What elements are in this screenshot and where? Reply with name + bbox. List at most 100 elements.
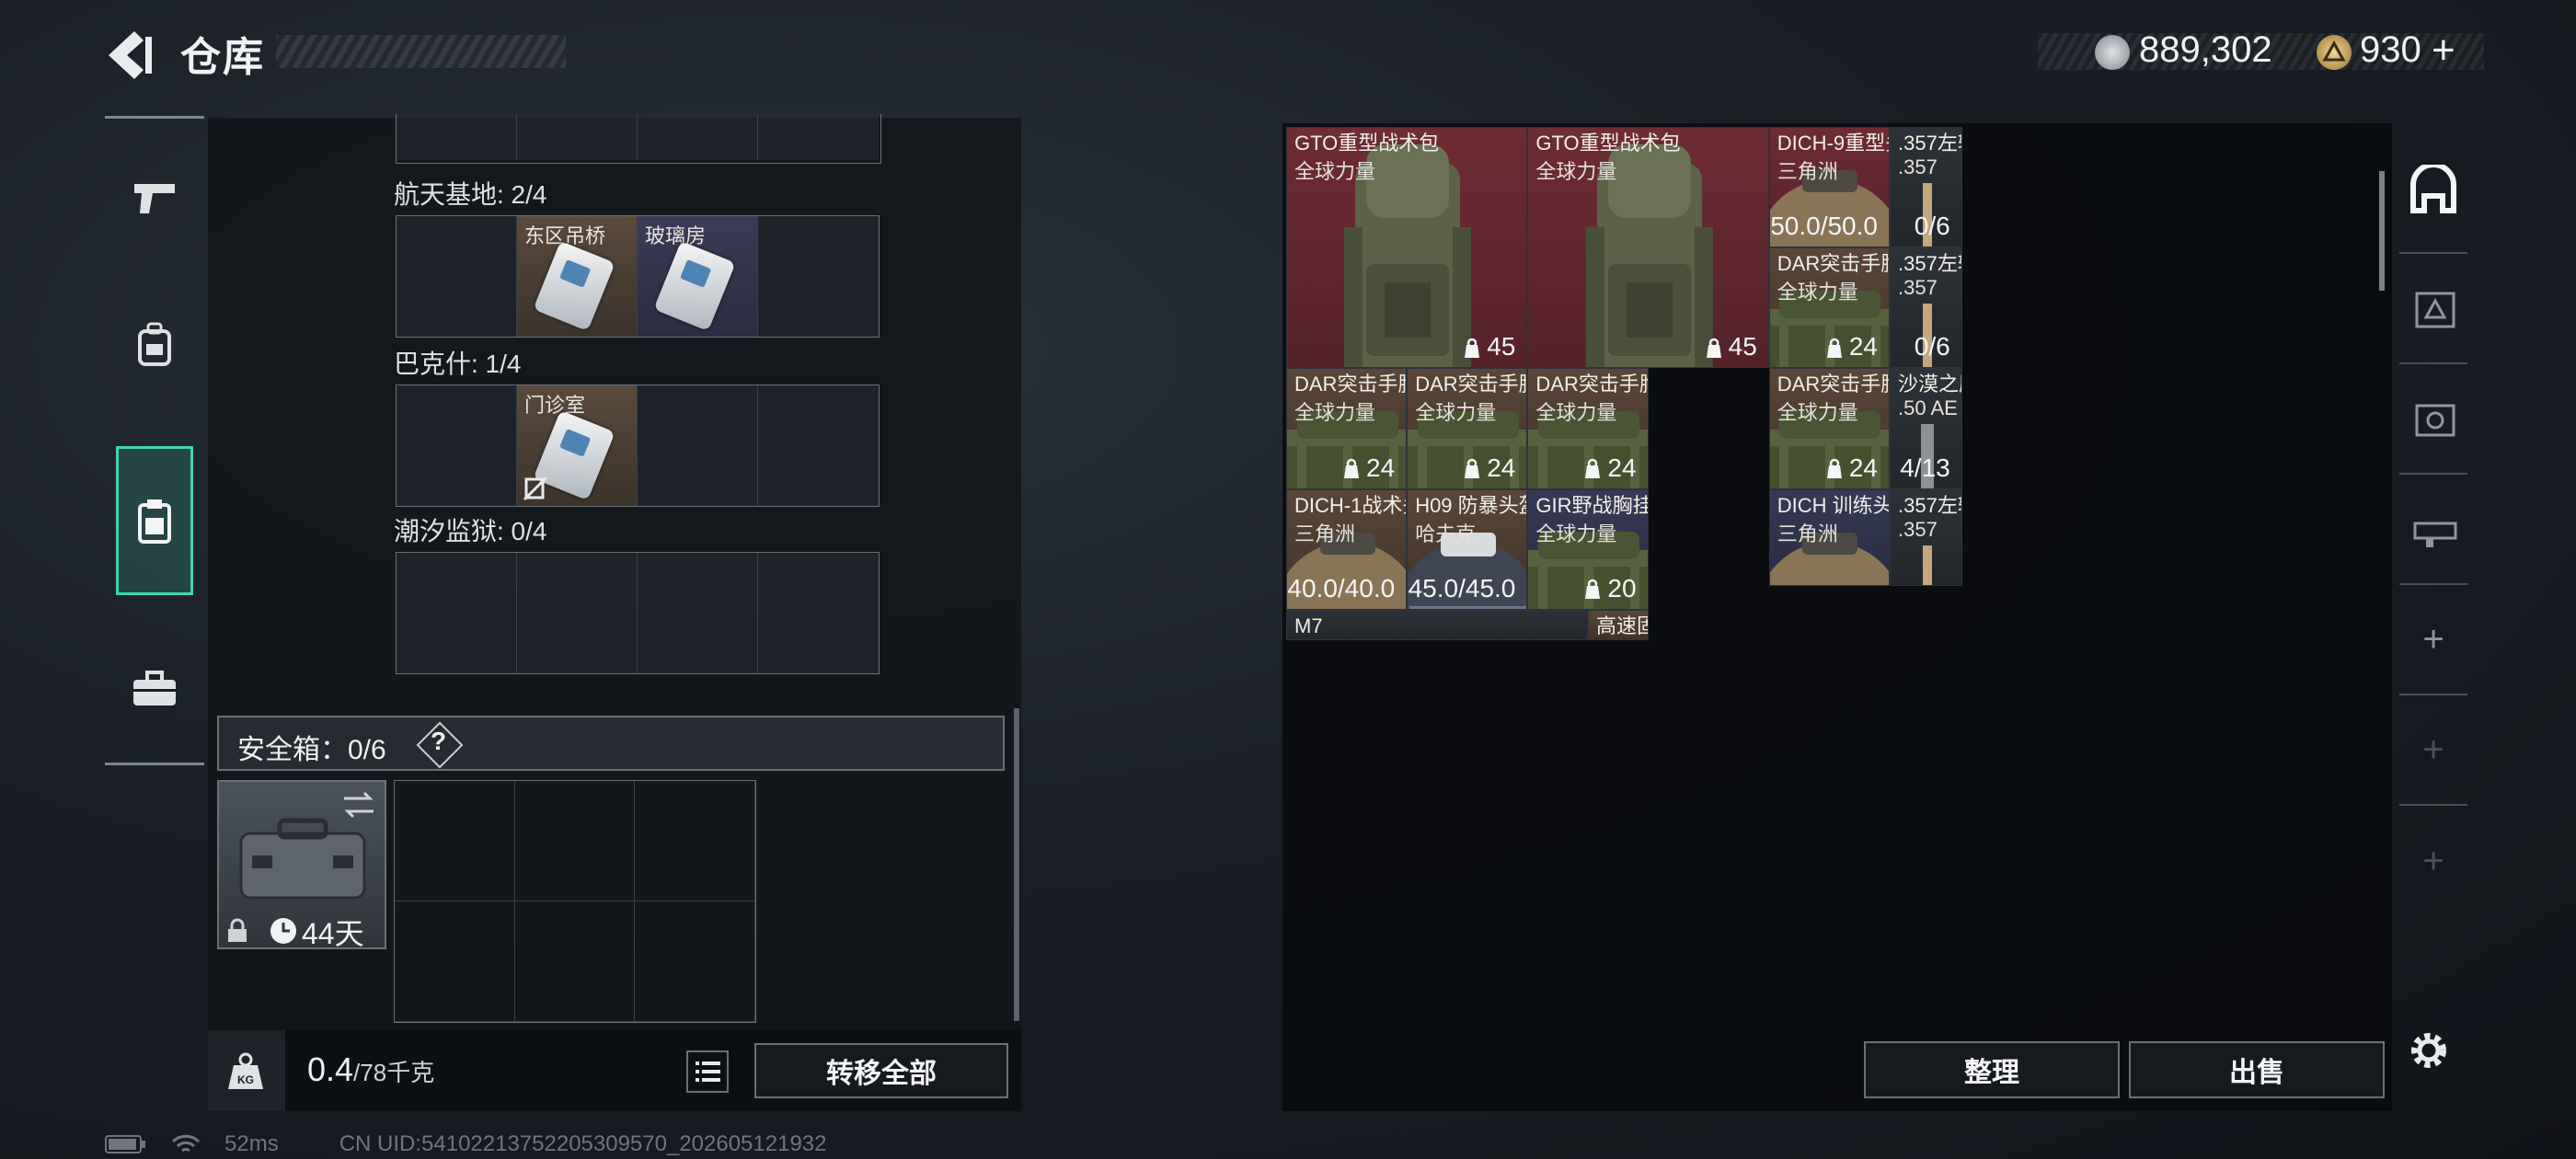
stash-tab-4[interactable] [2399, 364, 2467, 475]
swap-icon[interactable] [340, 789, 377, 820]
slot-row-aerospace: 东区吊桥 玻璃房 [396, 215, 880, 338]
stash-item[interactable]: .357左轮.357 0/6 [1890, 127, 1962, 248]
add-tab-button[interactable]: + [2399, 585, 2467, 695]
item-value-text: 24 [1487, 453, 1516, 482]
add-tab-button[interactable]: + [2399, 695, 2467, 806]
stash-4-icon [2415, 404, 2455, 437]
key-slot[interactable] [517, 553, 638, 673]
stash-item[interactable]: DAR突击手胸挂全球力量 24 [1286, 368, 1408, 489]
item-subtitle: 三角洲 [1294, 522, 1356, 545]
safe-box-case[interactable]: 44天 [217, 780, 386, 950]
stash-item[interactable]: DICH 训练头盔三角洲 [1768, 488, 1890, 586]
stash-item[interactable]: DAR突击手胸挂全球力量 24 [1768, 368, 1890, 489]
safe-slot[interactable] [635, 781, 755, 901]
item-name: 沙漠之鹰 [1898, 373, 1961, 396]
stash-item[interactable]: GTO重型战术包 全球力量 45 [1527, 127, 1769, 369]
item-value-text: 24 [1848, 453, 1878, 482]
weight-max: /78千克 [353, 1059, 435, 1086]
key-slot[interactable] [758, 553, 879, 673]
stash-item[interactable]: 高速固态... [1588, 609, 1649, 640]
safe-slot[interactable] [395, 781, 515, 901]
silver-coin-icon [2095, 35, 2130, 70]
safe-slot[interactable] [395, 901, 515, 1022]
list-view-button[interactable] [686, 1050, 729, 1093]
item-subtitle: 6.8x51mm [1294, 638, 1389, 639]
transfer-all-button[interactable]: 转移全部 [754, 1043, 1008, 1098]
item-subtitle: 全球力量 [1294, 401, 1376, 425]
add-currency-button[interactable]: + [2432, 28, 2455, 74]
battery-icon [105, 1135, 145, 1153]
item-value: 0/6 [1915, 212, 1950, 241]
gold-balance: 930 [2360, 29, 2421, 70]
back-button[interactable] [103, 28, 158, 83]
item-name: M7 [1294, 614, 1323, 637]
stash-tab-main[interactable] [2399, 129, 2467, 254]
nav-gear[interactable] [105, 271, 204, 419]
stash-item[interactable]: .357左轮.357 [1890, 488, 1962, 586]
section-label-aerospace: 航天基地: 2/4 [394, 180, 547, 209]
item-name: DICH 训练头盔 [1777, 493, 1889, 517]
item-value-text: 24 [1848, 332, 1878, 361]
add-tab-button[interactable]: + [2399, 806, 2467, 916]
item-value: 24 [1823, 332, 1878, 361]
sell-button[interactable]: 出售 [2129, 1041, 2385, 1098]
stash-item[interactable]: GIR野战胸挂 全球力量 20 [1527, 488, 1649, 610]
item-value-text: 0/6 [1914, 332, 1950, 361]
key-slot[interactable]: 玻璃房 [638, 216, 758, 337]
keycard-icon [533, 240, 615, 332]
stash-item[interactable]: H09 防暴头盔 哈夫克 45.0/45.0 [1407, 488, 1528, 610]
panel-scrollbar[interactable] [1014, 708, 1019, 1021]
item-name: GIR野战胸挂 [1535, 493, 1649, 517]
item-value: 24 [1581, 453, 1637, 483]
stash-tab-3[interactable] [2399, 475, 2467, 585]
safe-slot[interactable] [635, 901, 755, 1022]
svg-text:KG: KG [237, 1073, 254, 1086]
key-slot[interactable] [397, 553, 517, 673]
capacity-icon [1581, 574, 1607, 602]
key-slot[interactable] [397, 216, 517, 337]
item-subtitle: 全球力量 [1415, 401, 1497, 425]
item-subtitle: 全球力量 [1535, 522, 1617, 545]
stash-item[interactable]: GTO重型战术包 全球力量 45 [1286, 127, 1528, 369]
key-slot[interactable] [758, 385, 879, 506]
key-slot[interactable] [638, 385, 758, 506]
key-slot[interactable] [638, 553, 758, 673]
stash-item[interactable]: DICH-9重型头盔三角洲 50.0/50.0 [1768, 127, 1890, 248]
safe-slot[interactable] [514, 901, 636, 1022]
key-slot[interactable] [758, 216, 879, 337]
nav-weapons[interactable] [105, 124, 204, 271]
key-slot[interactable] [397, 385, 517, 506]
nav-supplies[interactable] [105, 615, 204, 763]
item-value-text: 45.0/45.0 [1408, 573, 1516, 602]
item-value-text: 45 [1487, 332, 1516, 361]
stash-2-icon [2415, 292, 2455, 328]
stash-tab-2[interactable] [2399, 254, 2467, 364]
stash-item[interactable]: 沙漠之鹰.50 AE 4/13 [1890, 368, 1962, 489]
key-slot[interactable]: 门诊室 [517, 385, 638, 506]
stash-item[interactable]: M76.8x51mm [1286, 609, 1588, 640]
no-insurance-icon [523, 476, 548, 501]
ping-value: 52ms [224, 1131, 279, 1156]
stash-item[interactable]: DAR突击手胸挂全球力量 24 [1527, 368, 1649, 489]
stash-item[interactable]: DAR突击手胸挂全球力量 24 [1768, 247, 1890, 369]
stash-item[interactable]: DAR突击手胸挂全球力量 24 [1407, 368, 1528, 489]
stash-grid: GTO重型战术包全球力量 45 GTO重型战术包全球力量 45 DICH-9重型头盔三角… [1286, 127, 2368, 1030]
item-name: H09 防暴头盔 [1415, 493, 1528, 517]
settings-button[interactable] [2405, 1027, 2453, 1074]
item-value: 24 [1461, 453, 1515, 483]
stash-item[interactable]: DICH-1战术头盔三角洲 40.0/40.0 [1286, 488, 1408, 610]
nav-keys[interactable] [116, 446, 193, 595]
key-slot[interactable]: 东区吊桥 [517, 216, 638, 337]
item-value: 45 [1461, 332, 1515, 361]
item-subtitle: 全球力量 [1535, 160, 1617, 183]
item-name: .357左轮 [1898, 252, 1961, 276]
stash-item[interactable]: .357左轮.357 0/6 [1890, 247, 1962, 369]
item-subtitle: .357 [1898, 276, 1938, 300]
sort-button[interactable]: 整理 [1864, 1041, 2120, 1098]
safe-slot[interactable] [514, 781, 636, 901]
stash-scrollbar[interactable] [2379, 171, 2385, 291]
item-subtitle: 三角洲 [1777, 160, 1838, 183]
section-label-bakhsh: 巴克什: 1/4 [394, 350, 522, 378]
gold-triangle-coin-icon [2317, 35, 2352, 70]
slot-row-partial [396, 114, 881, 164]
